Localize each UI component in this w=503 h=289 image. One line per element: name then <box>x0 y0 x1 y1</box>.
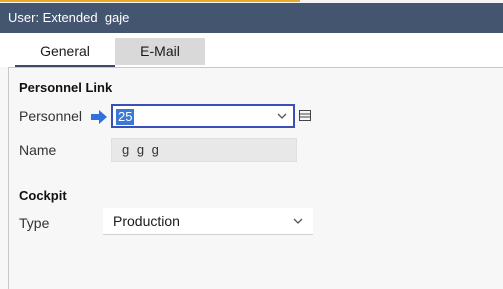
general-panel: Personnel Link Personnel 25 Name g g g C… <box>8 68 503 289</box>
cockpit-heading: Cockpit <box>19 188 67 203</box>
chevron-down-icon[interactable] <box>293 218 303 225</box>
window-titlebar: User: Extended gaje <box>0 3 503 33</box>
tab-general[interactable]: General <box>15 38 115 67</box>
list-icon[interactable] <box>299 110 311 121</box>
tab-email[interactable]: E-Mail <box>115 38 205 65</box>
type-select[interactable]: Production <box>103 208 313 234</box>
name-label: Name <box>19 142 57 158</box>
name-field: g g g <box>111 138 297 162</box>
type-value[interactable]: Production <box>113 213 180 229</box>
window-content: General E-Mail Personnel Link Personnel … <box>0 33 503 289</box>
chevron-down-icon[interactable] <box>277 113 287 120</box>
personnel-label: Personnel <box>19 108 83 124</box>
personnel-combobox[interactable]: 25 <box>111 104 295 128</box>
type-label: Type <box>19 215 50 231</box>
right-arrow-icon <box>91 110 107 124</box>
window-title: User: Extended gaje <box>8 10 130 25</box>
personnel-link-heading: Personnel Link <box>19 80 113 95</box>
tab-bar: General E-Mail <box>0 33 503 67</box>
personnel-value[interactable]: 25 <box>116 109 135 125</box>
